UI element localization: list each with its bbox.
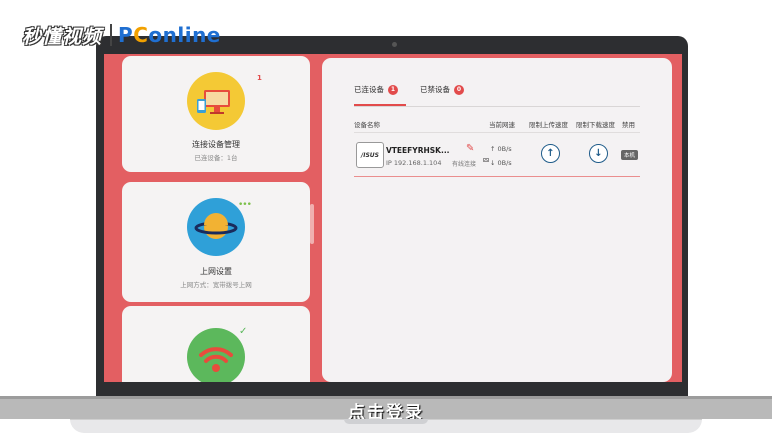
laptop-screen: 1 连接设备管理 已连设备：1台 ••• 上网设置 上网方式：宽带拨号上网 ✓ … [104,54,682,382]
card-internet-settings[interactable]: ••• 上网设置 上网方式：宽带拨号上网 [122,182,310,302]
tab-blocked-devices[interactable]: 已禁设备 0 [420,84,464,95]
watermark-letter-c: C [133,23,149,47]
header-upload-limit: 限制上传速度 [529,121,568,129]
tab-bar: 已连设备 1 已禁设备 0 [354,84,464,95]
main-area: 已连设备 1 已禁设备 0 设备名称 当前网速 限制上传速度 限制下载速度 禁用… [318,54,682,382]
card-title: 上网设置 [200,267,232,276]
card-subtitle: 已连设备：1台 [194,154,238,162]
mouse-cursor-icon: ⮹ [482,156,490,167]
upload-speed: ↑ 0B/s [490,145,512,153]
card-subtitle: 上网方式：宽带拨号上网 [180,281,252,289]
more-dots-icon: ••• [238,200,252,210]
planet-internet-icon [187,198,245,256]
table-row-divider [354,176,640,177]
edit-icon[interactable]: ✎ [466,143,474,154]
watermark-brand-cn: 秒懂视频 [22,25,103,48]
limit-download-button[interactable]: ↓ [589,144,608,163]
asus-logo: /ISUS [356,142,384,168]
sidebar-scrollbar[interactable] [310,204,314,244]
device-count-badge: 1 [257,74,262,82]
card-connected-devices[interactable]: 1 连接设备管理 已连设备：1台 [122,56,310,172]
watermark-letter-p: P [118,23,134,47]
sidebar: 1 连接设备管理 已连设备：1台 ••• 上网设置 上网方式：宽带拨号上网 ✓ [104,54,318,382]
tab-label: 已禁设备 [420,85,450,94]
table-header-divider [354,132,640,133]
laptop-notch [344,419,428,424]
webcam-icon [392,42,397,47]
watermark-brand-en: PConline [118,23,221,47]
tab-count-badge: 1 [388,84,398,95]
card-wifi-settings[interactable]: ✓ [122,306,310,382]
tab-connected-devices[interactable]: 已连设备 1 [354,84,398,95]
download-speed: ↓ 0B/s [490,159,512,167]
tab-count-badge: 0 [454,84,464,95]
connection-type: 有线连接 [452,161,477,168]
watermark-divider [110,24,113,46]
limit-upload-button[interactable]: ↑ [541,144,560,163]
wifi-icon [187,328,245,382]
card-title: 连接设备管理 [192,140,240,149]
connected-devices-icon [187,72,245,130]
tab-divider [354,106,640,107]
device-panel: 已连设备 1 已禁设备 0 设备名称 当前网速 限制上传速度 限制下载速度 禁用… [322,58,672,382]
header-current-speed: 当前网速 [489,121,515,129]
tab-label: 已连设备 [354,85,384,94]
device-name: VTEEFYRHSK... [386,146,450,155]
arrow-up-icon: ↑ [546,148,555,159]
check-icon: ✓ [239,326,248,337]
device-ip: IP 192.168.1.104 [386,159,442,167]
watermark-word-online: online [148,23,221,47]
local-device-tag: 本机 [621,150,639,160]
arrow-down-icon: ↓ [594,148,603,159]
header-device-name: 设备名称 [354,121,380,129]
header-disable: 禁用 [622,121,635,129]
header-download-limit: 限制下载速度 [576,121,615,129]
watermark: 秒懂视频 PConline [22,22,221,48]
